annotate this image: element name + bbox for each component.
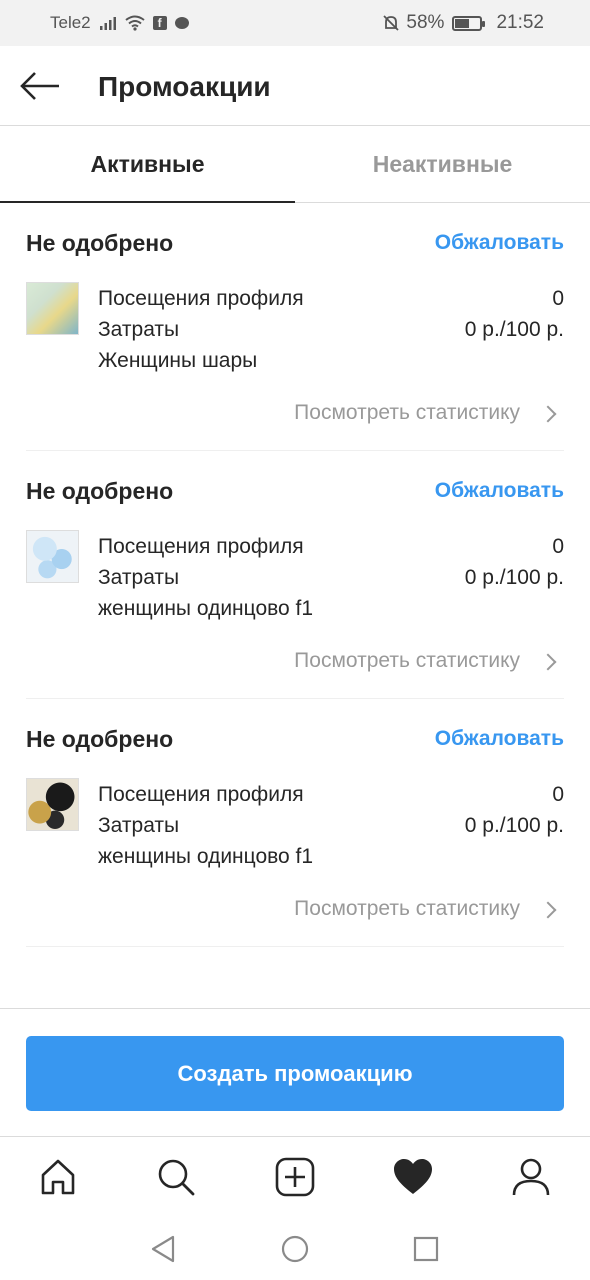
- audience-name: женщины одинцово f1: [98, 845, 314, 868]
- home-icon: [41, 1159, 75, 1195]
- view-stats-label: Посмотреть статистику: [294, 401, 520, 424]
- nav-profile[interactable]: [509, 1155, 553, 1199]
- nav-search[interactable]: [154, 1155, 198, 1199]
- app-header: Промоакции: [0, 46, 590, 126]
- metric-value: 0: [552, 783, 564, 806]
- message-icon: [174, 17, 189, 29]
- nav-new-post[interactable]: [273, 1155, 317, 1199]
- page-title: Промоакции: [98, 71, 271, 102]
- profile-icon: [512, 1158, 550, 1196]
- metric-value: 0 р./100 р.: [464, 814, 564, 837]
- back-triangle-icon[interactable]: [149, 1234, 179, 1264]
- nav-activity[interactable]: [391, 1155, 435, 1199]
- battery-icon: [452, 15, 486, 31]
- battery-percent: 58%: [406, 12, 445, 33]
- clock: 21:52: [496, 12, 544, 33]
- metric-label: Посещения профиля: [98, 783, 304, 806]
- add-post-icon: [275, 1157, 315, 1197]
- tab-bar: Активные Неактивные: [0, 126, 590, 203]
- promotion-thumbnail[interactable]: [26, 282, 79, 335]
- promotion-thumbnail[interactable]: [26, 778, 79, 831]
- metric-label: Затраты: [98, 566, 180, 589]
- metric-value: 0: [552, 287, 564, 310]
- promotion-status: Не одобрено: [26, 726, 174, 752]
- audience-name: женщины одинцово f1: [98, 597, 314, 620]
- promotion-status: Не одобрено: [26, 478, 174, 504]
- promotion-card: Не одобрено Обжаловать Посещения профиля…: [26, 451, 564, 699]
- view-stats-label: Посмотреть статистику: [294, 897, 520, 920]
- promotions-list: Не одобрено Обжаловать Посещения профиля…: [26, 203, 564, 947]
- facebook-icon: f: [152, 16, 167, 30]
- metric-label: Затраты: [98, 318, 180, 341]
- metric-label: Посещения профиля: [98, 535, 304, 558]
- status-bar: Tele2 f 58% 21:52: [0, 0, 590, 46]
- metric-value: 0 р./100 р.: [464, 566, 564, 589]
- signal-icon: [99, 17, 116, 30]
- metric-value: 0 р./100 р.: [464, 318, 564, 341]
- appeal-button[interactable]: Обжаловать: [435, 727, 564, 751]
- recents-square-icon[interactable]: [411, 1234, 441, 1264]
- search-icon: [158, 1159, 195, 1196]
- heart-icon: [394, 1159, 432, 1194]
- chevron-right-icon: [539, 901, 557, 918]
- view-stats-link[interactable]: Посмотреть статистику: [294, 401, 557, 425]
- view-stats-label: Посмотреть статистику: [294, 649, 520, 672]
- appeal-button[interactable]: Обжаловать: [435, 231, 564, 255]
- carrier-label: Tele2: [50, 13, 91, 32]
- create-promotion-area: Создать промоакцию: [0, 1008, 590, 1136]
- promotion-thumbnail[interactable]: [26, 530, 79, 583]
- wifi-icon: [125, 15, 145, 31]
- tab-inactive[interactable]: Неактивные: [295, 126, 590, 202]
- view-stats-link[interactable]: Посмотреть статистику: [294, 649, 557, 673]
- back-button[interactable]: [12, 64, 68, 108]
- arrow-left-icon: [20, 72, 59, 100]
- system-navigation: [0, 1216, 590, 1280]
- promotion-card: Не одобрено Обжаловать Посещения профиля…: [26, 699, 564, 947]
- nav-home[interactable]: [36, 1155, 80, 1199]
- mute-icon: [383, 15, 400, 31]
- chevron-right-icon: [539, 405, 557, 422]
- create-promotion-button[interactable]: Создать промоакцию: [26, 1036, 564, 1111]
- metric-value: 0: [552, 535, 564, 558]
- promotion-status: Не одобрено: [26, 230, 174, 256]
- promotion-card: Не одобрено Обжаловать Посещения профиля…: [26, 203, 564, 451]
- home-circle-icon[interactable]: [280, 1234, 310, 1264]
- audience-name: Женщины шары: [98, 349, 258, 372]
- appeal-button[interactable]: Обжаловать: [435, 479, 564, 503]
- tab-active[interactable]: Активные: [0, 126, 295, 203]
- metric-label: Посещения профиля: [98, 287, 304, 310]
- view-stats-link[interactable]: Посмотреть статистику: [294, 897, 557, 921]
- metric-label: Затраты: [98, 814, 180, 837]
- bottom-navigation: [0, 1136, 590, 1216]
- chevron-right-icon: [539, 653, 557, 670]
